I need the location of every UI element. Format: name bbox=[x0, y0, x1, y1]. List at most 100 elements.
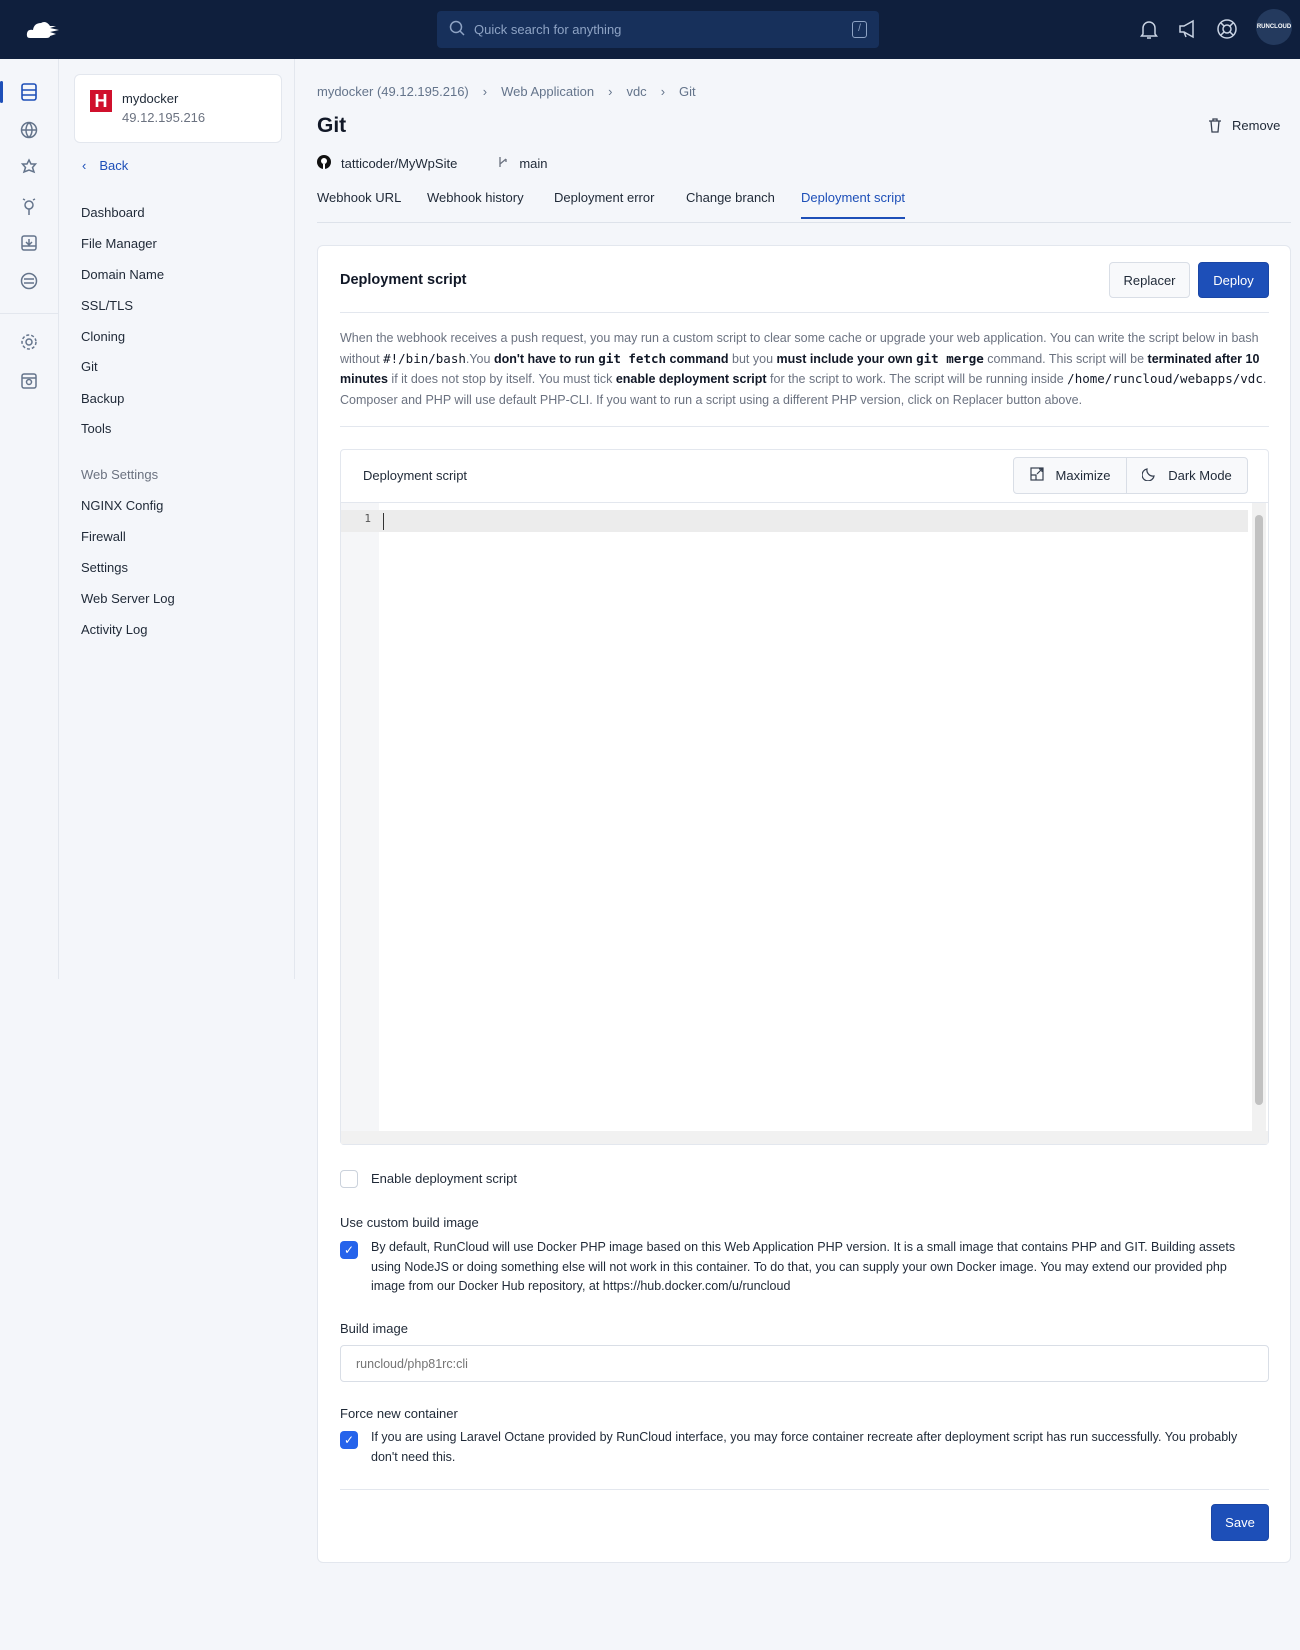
breadcrumb-git: Git bbox=[679, 84, 696, 99]
tabs-divider bbox=[317, 222, 1291, 223]
server-icon[interactable] bbox=[18, 81, 40, 103]
tab-webhook-url[interactable]: Webhook URL bbox=[317, 190, 401, 205]
moon-icon bbox=[1141, 467, 1156, 484]
back-link[interactable]: ‹ Back bbox=[82, 158, 128, 173]
support-icon[interactable] bbox=[1215, 17, 1239, 41]
sidebar-item-settings[interactable]: Settings bbox=[81, 560, 128, 575]
search-input[interactable]: Quick search for anything / bbox=[437, 11, 879, 48]
remove-button[interactable]: Remove bbox=[1208, 118, 1280, 136]
trash-icon bbox=[1208, 118, 1222, 136]
dark-mode-button[interactable]: Dark Mode bbox=[1127, 458, 1247, 493]
icon-rail bbox=[0, 59, 59, 979]
line-gutter bbox=[341, 503, 379, 1131]
scrollbar-thumb[interactable] bbox=[1255, 515, 1263, 1105]
save-button[interactable]: Save bbox=[1211, 1504, 1269, 1541]
github-icon bbox=[317, 155, 331, 172]
script-editor[interactable] bbox=[379, 503, 1248, 1131]
breadcrumb-web-application[interactable]: Web Application bbox=[501, 84, 594, 99]
enable-deployment-label: Enable deployment script bbox=[371, 1171, 517, 1186]
script-editor-panel: Deployment script Maximize Dark Mode 1 bbox=[340, 449, 1269, 1145]
sidebar-item-activity-log[interactable]: Activity Log bbox=[81, 622, 147, 637]
chevron-right-icon: › bbox=[660, 84, 666, 99]
chevron-left-icon: ‹ bbox=[82, 158, 87, 173]
sidebar-section-web-settings: Web Settings bbox=[81, 467, 159, 482]
deployment-script-card: Deployment script Replacer Deploy When t… bbox=[317, 245, 1291, 1563]
sidebar-item-nginx-config[interactable]: NGINX Config bbox=[81, 498, 163, 513]
sidebar-item-domain-name[interactable]: Domain Name bbox=[81, 267, 164, 282]
card-title: Deployment script bbox=[340, 272, 467, 288]
force-container-description: If you are using Laravel Octane provided… bbox=[371, 1430, 1238, 1464]
megaphone-icon[interactable] bbox=[1176, 17, 1200, 41]
active-indicator bbox=[0, 81, 3, 103]
archive-icon[interactable] bbox=[18, 370, 40, 392]
force-container-label: Force new container bbox=[340, 1406, 458, 1421]
repo-info: tatticoder/MyWpSite main bbox=[317, 155, 548, 172]
deploy-button[interactable]: Deploy bbox=[1198, 262, 1269, 298]
gear-icon[interactable] bbox=[18, 331, 40, 353]
description: When the webhook receives a push request… bbox=[340, 331, 1267, 407]
breadcrumb-vdc[interactable]: vdc bbox=[626, 84, 646, 99]
maximize-label: Maximize bbox=[1055, 468, 1111, 483]
sidebar-item-dashboard[interactable]: Dashboard bbox=[81, 205, 145, 220]
sidebar-item-firewall[interactable]: Firewall bbox=[81, 529, 126, 544]
hetzner-logo: H bbox=[90, 90, 112, 112]
build-image-input[interactable] bbox=[340, 1345, 1269, 1382]
breadcrumb-server[interactable]: mydocker (49.12.195.216) bbox=[317, 84, 469, 99]
maximize-icon bbox=[1029, 467, 1044, 484]
download-box-icon[interactable] bbox=[18, 232, 40, 254]
tab-deployment-script[interactable]: Deployment script bbox=[801, 190, 906, 219]
search-icon bbox=[449, 20, 465, 39]
sidebar bbox=[59, 59, 295, 979]
server-card[interactable]: H mydocker 49.12.195.216 bbox=[74, 74, 282, 143]
dark-mode-label: Dark Mode bbox=[1168, 468, 1232, 483]
remove-label: Remove bbox=[1232, 118, 1281, 133]
build-image-label: Build image bbox=[340, 1321, 408, 1336]
settings-star-icon[interactable] bbox=[18, 157, 40, 179]
top-bar: Quick search for anything / RUNCLOUD bbox=[0, 0, 1300, 59]
divider bbox=[340, 426, 1269, 427]
text-cursor bbox=[383, 513, 384, 530]
tab-deployment-error[interactable]: Deployment error bbox=[554, 190, 654, 205]
search-shortcut: / bbox=[852, 21, 867, 38]
custom-image-checkbox[interactable]: ✓ bbox=[340, 1241, 358, 1259]
force-container-checkbox[interactable]: ✓ bbox=[340, 1431, 358, 1449]
editor-title: Deployment script bbox=[363, 468, 468, 483]
sidebar-item-tools[interactable]: Tools bbox=[81, 421, 111, 436]
custom-image-label: Use custom build image bbox=[340, 1215, 479, 1230]
rail-divider bbox=[0, 313, 59, 314]
avatar[interactable]: RUNCLOUD bbox=[1256, 9, 1292, 45]
horizontal-scrollbar[interactable] bbox=[341, 1131, 1268, 1144]
editor-toolbar: Maximize Dark Mode bbox=[1013, 457, 1248, 494]
server-name: mydocker bbox=[122, 91, 179, 106]
chevron-right-icon: › bbox=[482, 84, 488, 99]
sidebar-item-cloning[interactable]: Cloning bbox=[81, 329, 125, 344]
page-title: Git bbox=[317, 114, 347, 137]
search-placeholder: Quick search for anything bbox=[474, 22, 622, 37]
repo-name[interactable]: tatticoder/MyWpSite bbox=[341, 156, 457, 171]
sidebar-item-web-server-log[interactable]: Web Server Log bbox=[81, 591, 175, 606]
breadcrumb: mydocker (49.12.195.216) › Web Applicatio… bbox=[317, 84, 696, 99]
cloud-globe-icon[interactable] bbox=[18, 270, 40, 292]
runcloud-logo[interactable] bbox=[26, 18, 62, 40]
divider bbox=[340, 1489, 1269, 1490]
tab-webhook-history[interactable]: Webhook history bbox=[427, 190, 524, 205]
vertical-scrollbar[interactable] bbox=[1252, 503, 1266, 1131]
branch-name: main bbox=[519, 156, 548, 171]
integration-icon[interactable] bbox=[18, 196, 40, 218]
enable-deployment-checkbox[interactable] bbox=[340, 1170, 358, 1188]
tab-change-branch[interactable]: Change branch bbox=[686, 190, 775, 205]
replacer-button[interactable]: Replacer bbox=[1109, 262, 1190, 298]
server-ip: 49.12.195.216 bbox=[122, 110, 206, 125]
bell-icon[interactable] bbox=[1137, 17, 1161, 41]
line-number: 1 bbox=[364, 512, 371, 525]
back-label: Back bbox=[99, 158, 129, 173]
divider bbox=[340, 312, 1269, 313]
sidebar-item-file-manager[interactable]: File Manager bbox=[81, 236, 157, 251]
sidebar-item-git[interactable]: Git bbox=[81, 359, 98, 374]
globe-icon[interactable] bbox=[18, 119, 40, 141]
sidebar-item-backup[interactable]: Backup bbox=[81, 391, 124, 406]
maximize-button[interactable]: Maximize bbox=[1014, 458, 1127, 493]
branch-icon bbox=[497, 156, 509, 171]
chevron-right-icon: › bbox=[608, 84, 613, 99]
sidebar-item-ssl[interactable]: SSL/TLS bbox=[81, 298, 133, 313]
